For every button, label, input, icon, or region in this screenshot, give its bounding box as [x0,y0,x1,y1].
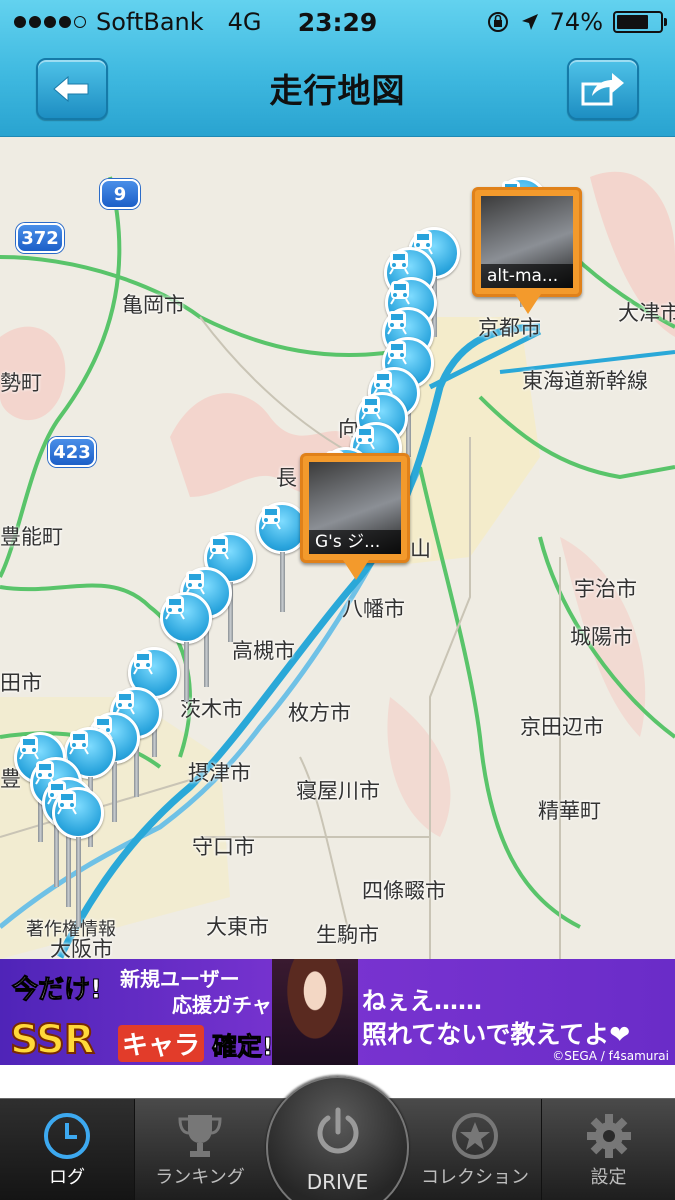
photo-caption: G's ジ... [309,530,401,554]
banner-text: 新規ユーザー [120,967,240,991]
map-label: 城陽市 [570,625,633,649]
gear-icon [586,1114,631,1158]
map-label: 田市 [0,671,42,695]
route-shield-372: 372 [16,223,64,253]
map-label: 守口市 [192,835,255,859]
map-label: 枚方市 [288,701,351,725]
trophy-icon [178,1115,222,1157]
log-pin[interactable] [160,592,212,702]
map-label: 大津市 [618,301,675,325]
photo-pin[interactable]: G's ジ... [300,453,410,580]
copyright-info-link[interactable]: 著作権情報 [26,915,116,941]
log-pin[interactable] [52,787,104,927]
photo-pin[interactable]: alt-ma... [472,187,582,314]
tab-label: 設定 [590,1167,627,1188]
tab-collection[interactable]: コレクション [410,1099,540,1200]
app-header: SoftBank 4G 23:29 74% 走行地図 [0,0,675,137]
tab-label: コレクション [421,1167,529,1188]
map-label: 大東市 [206,915,269,939]
map-label: 精華町 [538,799,601,823]
route-map[interactable]: 9 372 423 亀岡市 大津市 京都市 東海道新幹線 勢町 豊能町 長 向 … [0,137,675,959]
clock-icon [44,1113,90,1159]
banner-text: 確定! [211,1032,274,1062]
tab-label: ランキング [155,1167,245,1188]
route-shield-9: 9 [100,179,140,209]
banner-quote: 照れてないで教えてよ❤ [362,1020,631,1049]
map-label: 京都市 [478,316,541,340]
banner-text: 今だけ! [12,975,103,1006]
map-label: 宇治市 [574,577,637,601]
map-label: 高槻市 [232,639,295,663]
banner-text: 応援ガチャ [172,993,272,1017]
tab-label: ログ [49,1167,85,1188]
map-label: 摂津市 [188,761,251,785]
train-icon [160,592,212,644]
status-bar: SoftBank 4G 23:29 74% [0,0,675,44]
tab-log[interactable]: ログ [0,1099,134,1200]
tab-settings[interactable]: 設定 [542,1099,675,1200]
ad-banner[interactable]: 今だけ! 新規ユーザー 応援ガチャ SSR キャラ 確定! ねぇえ…… 照れてな… [0,959,675,1065]
character-illustration [272,959,358,1065]
drive-button[interactable]: DRIVE [266,1076,409,1200]
tab-ranking[interactable]: ランキング [135,1099,265,1200]
battery-percent: 74% [549,8,603,36]
share-button[interactable] [567,58,639,120]
map-label: 山 [410,537,431,561]
train-icon [52,787,104,839]
map-label: 四條畷市 [362,879,446,903]
route-shield-423: 423 [48,437,96,467]
banner-quote: ねぇえ…… [362,987,482,1015]
battery-icon [613,11,667,33]
photo-caption: alt-ma... [481,264,573,288]
banner-text: キャラ [118,1025,205,1062]
map-label: 生駒市 [316,923,379,947]
map-label: 豊能町 [0,525,63,549]
map-label: 茨木市 [180,697,243,721]
rotation-lock-icon [487,12,508,32]
map-label: 亀岡市 [122,293,185,317]
map-label: 東海道新幹線 [522,369,648,393]
map-label: 八幡市 [342,597,405,621]
drive-label: DRIVE [306,1170,369,1194]
power-icon [317,1107,359,1154]
location-arrow-icon [521,14,538,30]
map-label: 寝屋川市 [296,779,380,803]
banner-copyright: ©SEGA / f4samurai [552,1049,669,1063]
banner-ssr: SSR [9,1016,96,1064]
map-label: 京田辺市 [520,715,604,739]
map-label: 勢町 [0,371,42,395]
share-arrow-icon [581,73,624,106]
star-icon [452,1113,498,1159]
map-label: 長 [276,466,297,490]
